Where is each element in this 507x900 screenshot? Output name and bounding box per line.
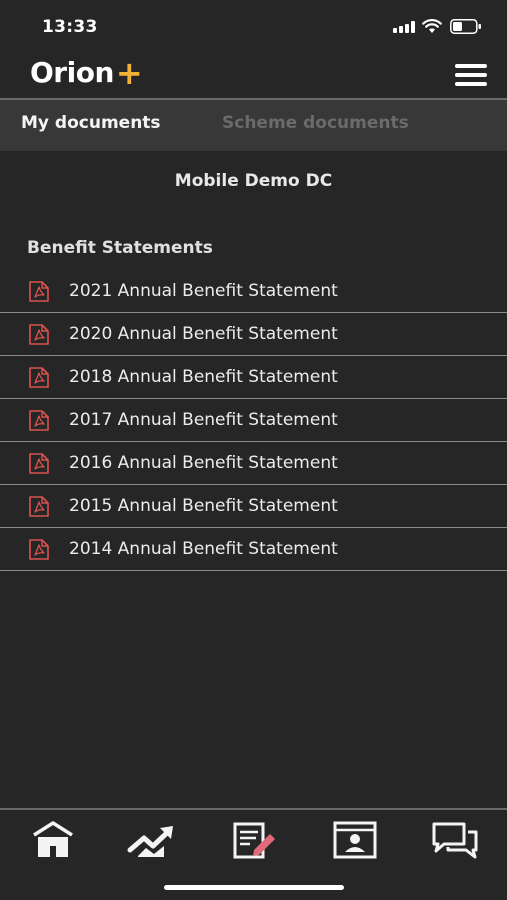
hamburger-menu-icon[interactable] — [455, 64, 487, 86]
chat-icon[interactable] — [430, 820, 480, 860]
logo-plus: + — [115, 54, 143, 92]
document-label: 2020 Annual Benefit Statement — [69, 324, 338, 344]
document-label: 2021 Annual Benefit Statement — [69, 281, 338, 301]
pdf-icon — [29, 324, 49, 345]
document-label: 2017 Annual Benefit Statement — [69, 410, 338, 430]
home-indicator[interactable] — [164, 885, 344, 890]
document-list-item[interactable]: 2015 Annual Benefit Statement — [0, 485, 507, 528]
home-icon[interactable] — [28, 820, 78, 860]
pdf-icon — [29, 410, 49, 431]
pdf-icon — [29, 539, 49, 560]
document-list-item[interactable]: 2018 Annual Benefit Statement — [0, 356, 507, 399]
document-list-item[interactable]: 2020 Annual Benefit Statement — [0, 313, 507, 356]
member-name: Mobile Demo DC — [174, 171, 333, 191]
pdf-icon — [29, 453, 49, 474]
status-bar: 13:33 — [0, 0, 507, 52]
tab-my-documents[interactable]: My documents — [21, 113, 161, 133]
profile-card-icon[interactable] — [330, 820, 380, 860]
growth-chart-icon[interactable] — [126, 820, 176, 860]
document-label: 2014 Annual Benefit Statement — [69, 539, 338, 559]
app-header: Orion + — [0, 52, 507, 98]
document-list-item[interactable]: 2017 Annual Benefit Statement — [0, 399, 507, 442]
battery-icon — [450, 19, 481, 34]
document-list-item[interactable]: 2014 Annual Benefit Statement — [0, 528, 507, 571]
document-list-item[interactable]: 2021 Annual Benefit Statement — [0, 270, 507, 313]
signal-icon — [393, 21, 415, 33]
document-label: 2018 Annual Benefit Statement — [69, 367, 338, 387]
tab-scheme-documents[interactable]: Scheme documents — [222, 113, 409, 133]
section-heading: Benefit Statements — [27, 238, 213, 258]
document-label: 2016 Annual Benefit Statement — [69, 453, 338, 473]
document-list-item[interactable]: 2016 Annual Benefit Statement — [0, 442, 507, 485]
document-list: 2021 Annual Benefit Statement 2020 Annual… — [0, 270, 507, 571]
pdf-icon — [29, 496, 49, 517]
pdf-icon — [29, 367, 49, 388]
document-label: 2015 Annual Benefit Statement — [69, 496, 338, 516]
status-time: 13:33 — [42, 17, 98, 37]
orion-logo[interactable]: Orion + — [30, 56, 143, 90]
pdf-icon — [29, 281, 49, 302]
logo-text: Orion — [30, 56, 114, 89]
edit-document-icon[interactable] — [228, 820, 278, 860]
document-tabs: My documents Scheme documents — [0, 100, 507, 151]
wifi-icon — [422, 19, 442, 33]
